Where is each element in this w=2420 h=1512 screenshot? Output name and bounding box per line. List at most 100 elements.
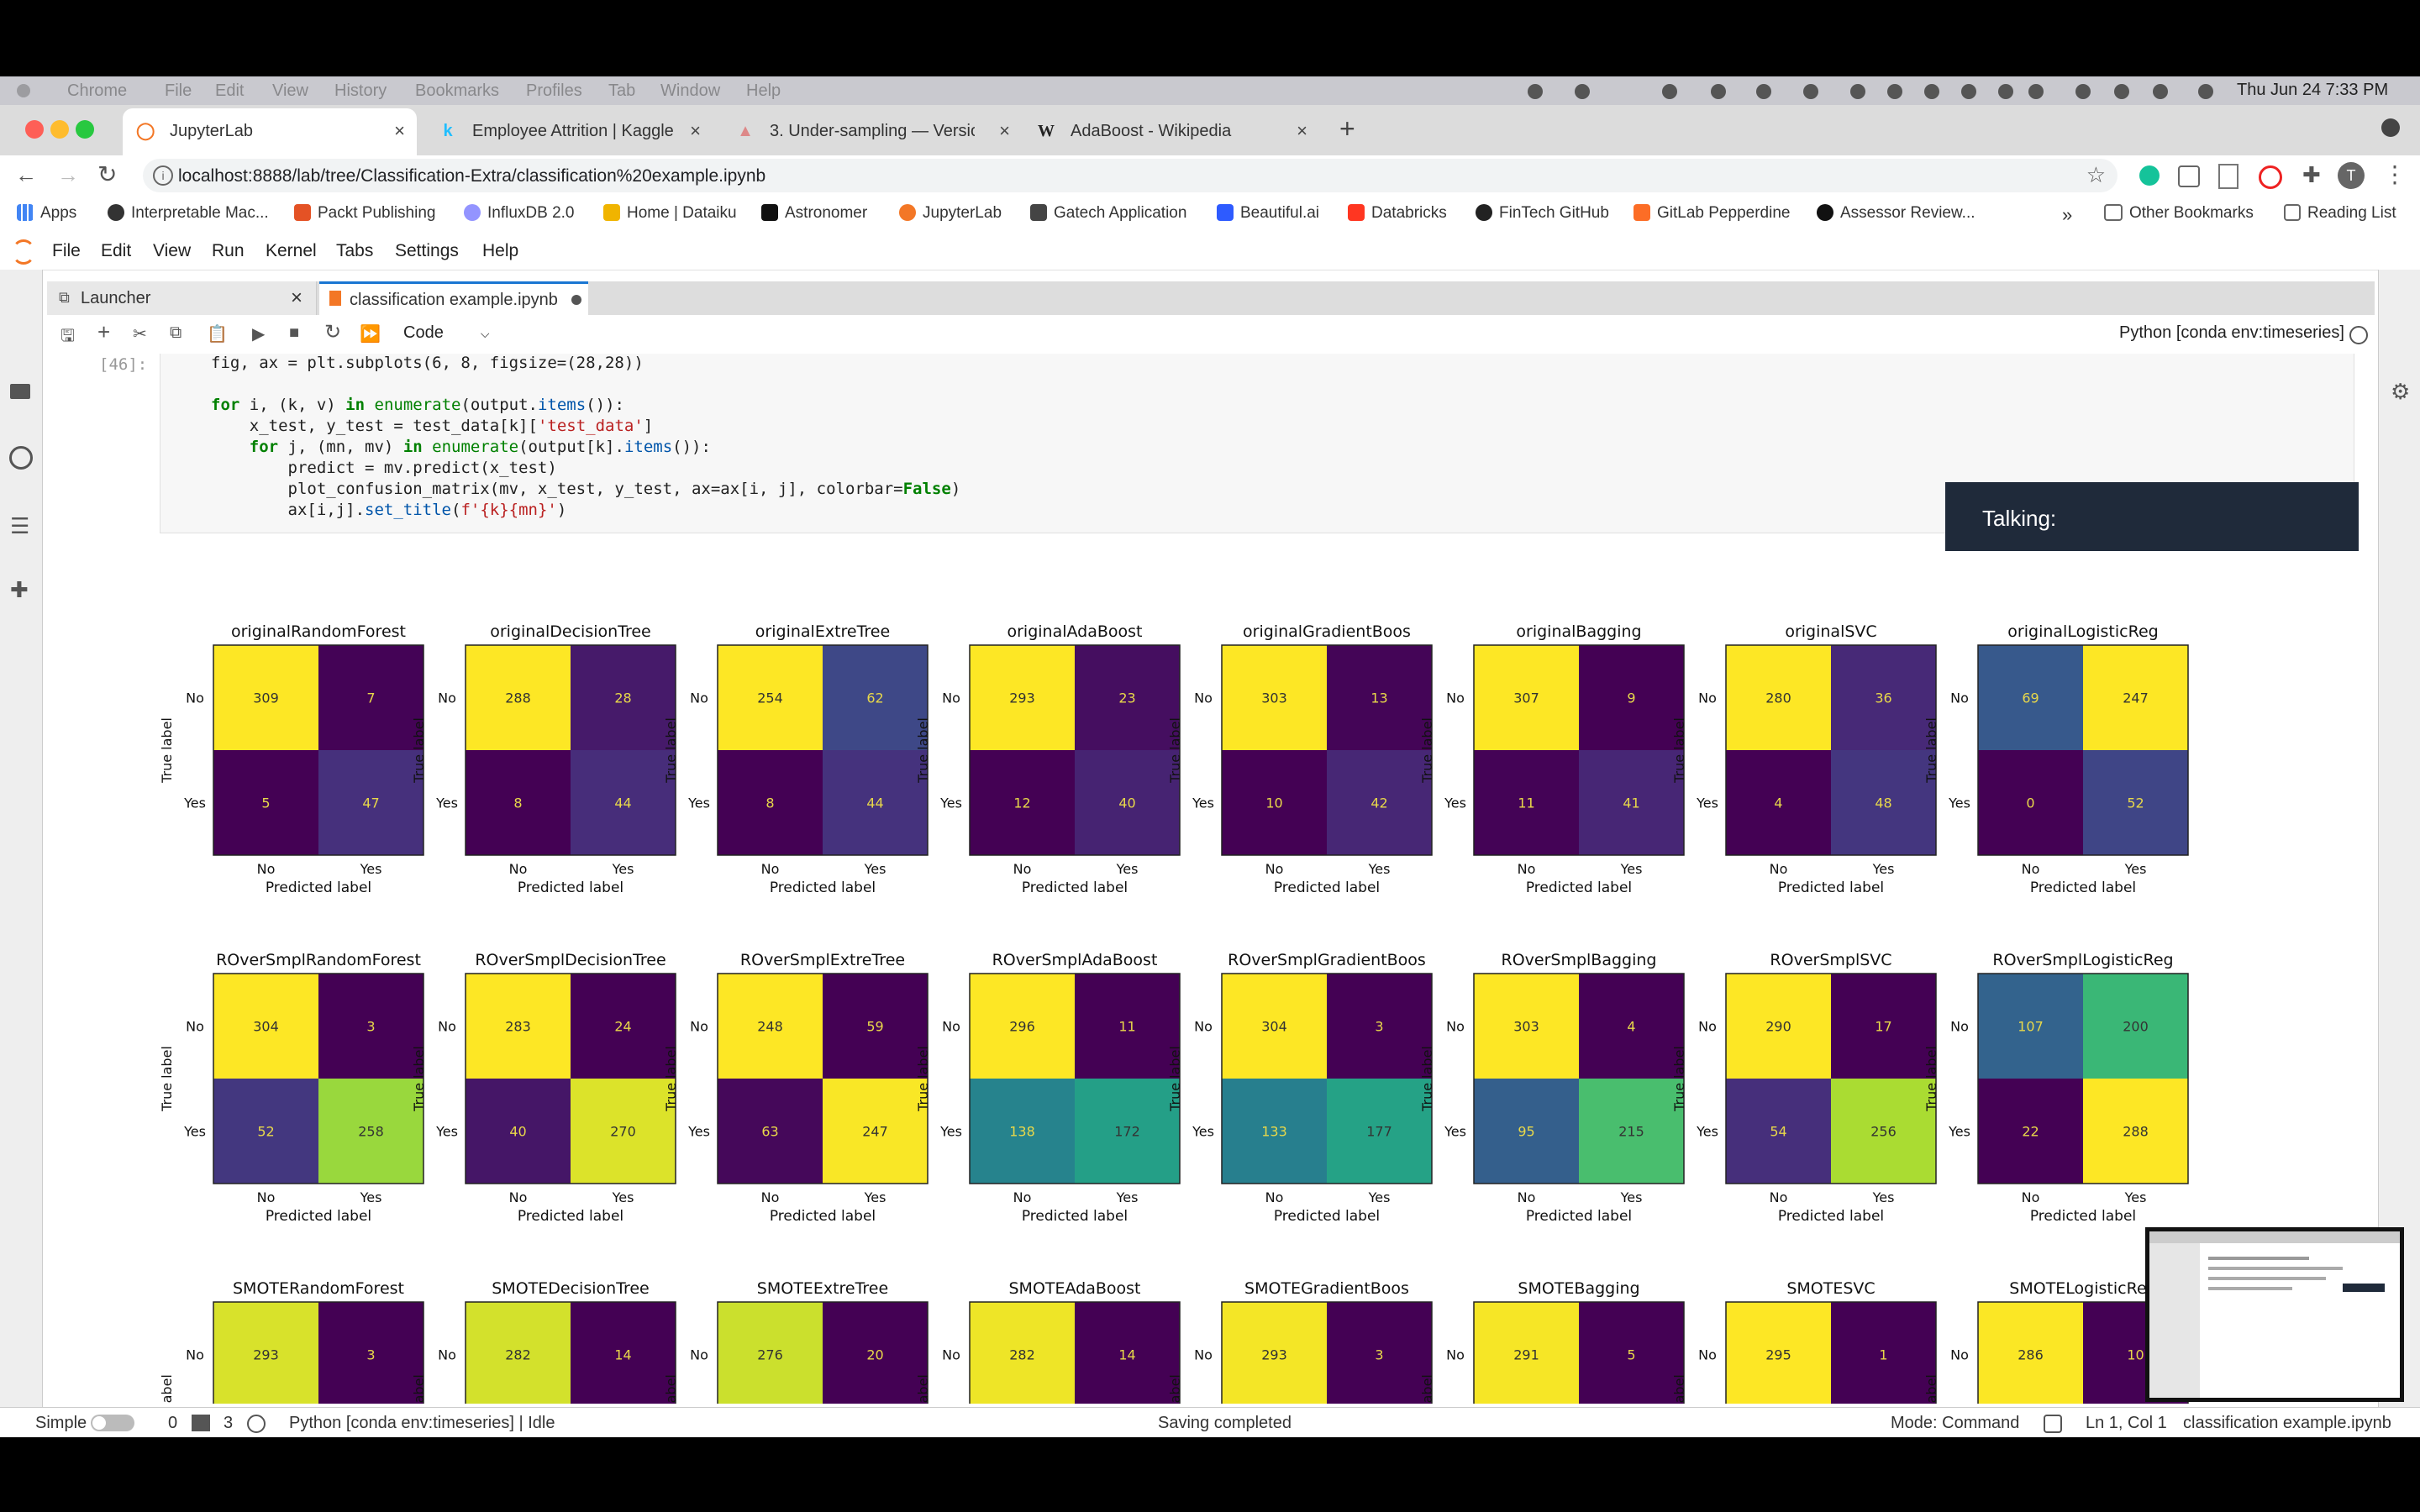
reading-list[interactable]: Reading List — [2284, 204, 2396, 223]
stop-icon[interactable]: ■ — [289, 323, 299, 343]
back-icon[interactable]: ← — [15, 162, 37, 188]
dropbox-icon[interactable] — [1575, 84, 1590, 99]
menu-help[interactable]: Help — [482, 241, 518, 261]
close-icon[interactable]: × — [394, 120, 405, 142]
bookmark-item[interactable]: Databricks — [1348, 204, 1447, 223]
apple-icon[interactable] — [17, 84, 30, 97]
tab-launcher[interactable]: ⧉ Launcher × — [47, 281, 317, 315]
omnibox[interactable]: i localhost:8888/lab/tree/Classification… — [143, 159, 2118, 192]
restart-icon[interactable]: ↻ — [324, 320, 341, 344]
search-icon[interactable] — [2114, 84, 2129, 99]
bookmark-item[interactable]: JupyterLab — [899, 204, 1002, 223]
property-inspector-icon[interactable]: ⚙ — [2391, 379, 2410, 405]
browser-tab-undersampling[interactable]: ▲ 3. Under-sampling — Version 0 × — [723, 108, 1022, 155]
bookmark-item[interactable]: Beautiful.ai — [1217, 204, 1319, 223]
insert-cell-icon[interactable]: + — [97, 319, 110, 345]
browser-tab-kaggle[interactable]: k Employee Attrition | Kaggle × — [425, 108, 713, 155]
other-bookmarks[interactable]: Other Bookmarks — [2104, 204, 2254, 223]
grammarly-icon[interactable] — [2139, 165, 2160, 186]
tray-icon[interactable] — [1528, 84, 1543, 99]
profile-avatar[interactable]: T — [2338, 162, 2365, 189]
tray-icon[interactable] — [1961, 84, 1976, 99]
folder-icon[interactable] — [10, 384, 30, 399]
url-text[interactable]: localhost:8888/lab/tree/Classification-E… — [178, 166, 765, 186]
bookmark-item[interactable]: GitLab Pepperdine — [1634, 204, 1790, 223]
forward-icon[interactable]: → — [57, 162, 79, 188]
new-tab-button[interactable]: + — [1339, 113, 1355, 144]
menubar-item[interactable]: Bookmarks — [415, 81, 499, 101]
cursor-position[interactable]: Ln 1, Col 1 — [2086, 1414, 2167, 1433]
bluetooth-icon[interactable] — [1998, 84, 2013, 99]
menu-file[interactable]: File — [52, 241, 81, 261]
close-icon[interactable]: × — [291, 286, 302, 310]
close-window-button[interactable] — [25, 120, 44, 139]
bookmark-item[interactable]: Home | Dataiku — [603, 204, 737, 223]
menu-run[interactable]: Run — [212, 241, 245, 261]
bookmark-item[interactable]: Interpretable Mac... — [108, 204, 269, 223]
menubar-item[interactable]: Tab — [608, 81, 635, 101]
menubar-item[interactable]: View — [272, 81, 308, 101]
reload-icon[interactable]: ↻ — [97, 160, 117, 188]
menu-kernel[interactable]: Kernel — [266, 241, 317, 261]
tray-icon[interactable] — [1662, 84, 1677, 99]
tray-icon[interactable] — [2153, 84, 2168, 99]
bookmark-item[interactable]: Astronomer — [761, 204, 867, 223]
table-of-contents-icon[interactable]: ☰ — [10, 513, 29, 539]
cell-type-select[interactable]: Code ⌵ — [403, 323, 489, 343]
bookmark-item[interactable]: InfluxDB 2.0 — [464, 204, 575, 223]
chrome-menu-icon[interactable]: ⋮ — [2383, 160, 2407, 188]
menu-tabs[interactable]: Tabs — [336, 241, 373, 261]
wifi-icon[interactable] — [2075, 84, 2091, 99]
kernel-status[interactable]: Python [conda env:timeseries] | Idle — [289, 1414, 555, 1433]
minimize-window-button[interactable] — [50, 120, 69, 139]
docker-icon[interactable] — [1711, 84, 1726, 99]
menubar-item[interactable]: Edit — [215, 81, 244, 101]
tab-notebook[interactable]: classification example.ipynb — [319, 281, 588, 318]
browser-tab-jupyterlab[interactable]: ◯ JupyterLab × — [123, 108, 417, 155]
fast-forward-icon[interactable]: ⏩ — [360, 323, 381, 344]
pocket-icon[interactable] — [2178, 165, 2200, 187]
menubar-item[interactable]: Profiles — [526, 81, 582, 101]
menu-edit[interactable]: Edit — [101, 241, 131, 261]
menubar-item[interactable]: File — [165, 81, 192, 101]
extension-icon[interactable] — [2259, 165, 2282, 189]
close-icon[interactable]: × — [1297, 120, 1307, 142]
running-kernels-icon[interactable] — [9, 446, 33, 470]
bookmark-star-icon[interactable]: ☆ — [2086, 162, 2106, 188]
trusted-icon[interactable] — [2044, 1415, 2062, 1433]
menubar-item[interactable]: Window — [660, 81, 720, 101]
kernel-sessions-icon[interactable] — [247, 1415, 266, 1433]
zoom-window-button[interactable] — [76, 120, 94, 139]
run-icon[interactable]: ▶ — [252, 323, 265, 344]
info-icon[interactable]: i — [153, 165, 173, 186]
menubar-clock[interactable]: Thu Jun 24 7:33 PM — [2237, 81, 2388, 100]
extensions-puzzle-icon[interactable]: ✚ — [2302, 162, 2321, 188]
kernel-name[interactable]: Python [conda env:timeseries] — [2119, 323, 2344, 343]
menu-view[interactable]: View — [153, 241, 191, 261]
bookmark-item[interactable]: FinTech GitHub — [1476, 204, 1609, 223]
browser-tab-wikipedia[interactable]: W AdaBoost - Wikipedia × — [1023, 108, 1319, 155]
copy-icon[interactable]: ⧉ — [170, 323, 182, 343]
control-center-icon[interactable] — [2198, 84, 2213, 99]
close-icon[interactable]: × — [690, 120, 701, 142]
cut-icon[interactable]: ✂ — [133, 323, 147, 344]
screen-share-thumbnail[interactable] — [2145, 1227, 2404, 1402]
extensions-icon[interactable]: ✚ — [10, 577, 29, 603]
tray-icon[interactable] — [1924, 84, 1939, 99]
bookmark-item[interactable]: Assessor Review... — [1817, 204, 1975, 223]
menubar-item[interactable]: Help — [746, 81, 781, 101]
paste-icon[interactable]: 📋 — [207, 323, 228, 344]
tray-icon[interactable] — [1756, 84, 1771, 99]
menubar-item[interactable]: Chrome — [67, 81, 127, 101]
bookmark-apps[interactable]: Apps — [17, 204, 76, 223]
tab-search-icon[interactable] — [2381, 118, 2400, 137]
bookmark-item[interactable]: Gatech Application — [1030, 204, 1186, 223]
menu-settings[interactable]: Settings — [395, 241, 459, 261]
save-icon[interactable]: 🖫 — [60, 323, 75, 352]
volume-icon[interactable] — [2028, 84, 2044, 99]
bookmark-item[interactable]: Packt Publishing — [294, 204, 435, 223]
simple-mode-toggle[interactable] — [91, 1415, 134, 1431]
tray-icon[interactable] — [1850, 84, 1865, 99]
tray-icon[interactable] — [1887, 84, 1902, 99]
unsaved-dot-icon[interactable] — [571, 295, 581, 305]
